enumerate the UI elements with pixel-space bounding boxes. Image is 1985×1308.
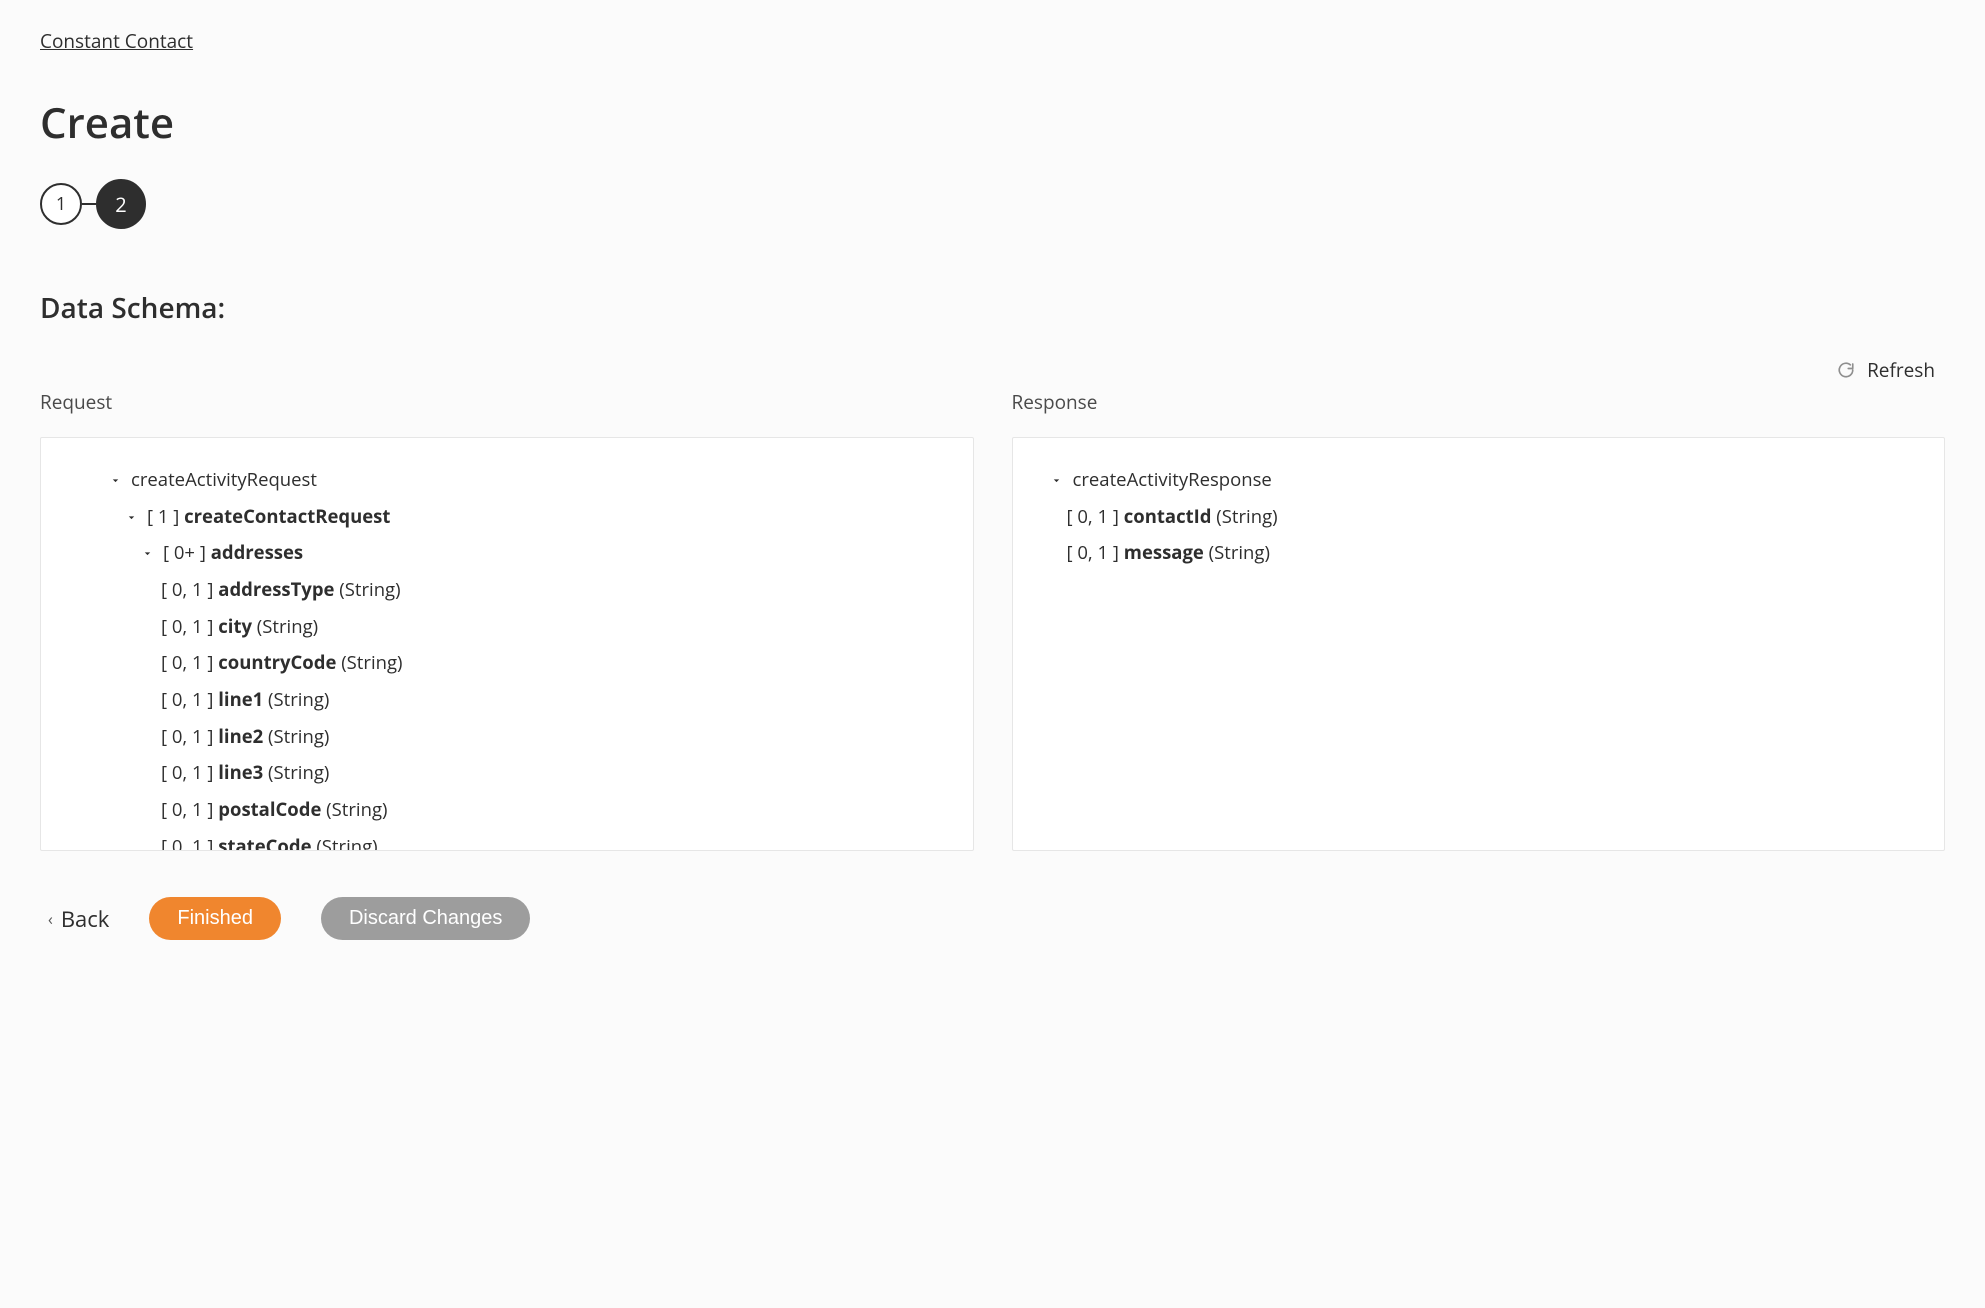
tree-label: createActivityRequest (131, 466, 317, 495)
tree-row-field[interactable]: [ 0, 1 ] addressType (String) (65, 572, 949, 609)
schema-columns: Request createActivityRequest [ 1 ] crea… (40, 389, 1945, 851)
tree-field-type: (String) (1212, 504, 1278, 529)
tree-field-name: city (218, 614, 252, 639)
tree-row-field[interactable]: [ 0, 1 ] city (String) (65, 609, 949, 646)
tree-field-name: message (1124, 540, 1204, 565)
breadcrumb: Constant Contact (40, 28, 1945, 54)
back-button[interactable]: ‹ Back (48, 904, 109, 934)
tree-cardinality: [ 1 ] (147, 504, 184, 529)
tree-field-type: (String) (263, 724, 329, 749)
tree-cardinality: [ 0, 1 ] (161, 614, 218, 639)
chevron-down-icon[interactable] (1047, 474, 1067, 487)
refresh-button[interactable]: Refresh (1867, 357, 1935, 383)
tree-field-type: (String) (263, 687, 329, 712)
tree-field-name: contactId (1124, 504, 1212, 529)
section-heading-data-schema: Data Schema: (40, 289, 1945, 327)
tree-field-type: (String) (321, 797, 387, 822)
discard-changes-button[interactable]: Discard Changes (321, 897, 530, 940)
tree-row-field[interactable]: [ 0, 1 ] line3 (String) (65, 755, 949, 792)
tree-field-type: (String) (252, 614, 318, 639)
tree-label: createActivityResponse (1073, 466, 1272, 495)
tree-field-name: postalCode (218, 797, 321, 822)
response-panel: createActivityResponse [ 0, 1 ] contactI… (1012, 437, 1946, 851)
tree-cardinality: [ 0, 1 ] (161, 797, 218, 822)
tree-field-type: (String) (312, 834, 378, 851)
step-1[interactable]: 1 (40, 183, 82, 225)
tree-field-type: (String) (334, 577, 400, 602)
tree-row-field[interactable]: [ 0, 1 ] stateCode (String) (65, 829, 949, 851)
wizard-stepper: 1 2 (40, 179, 1945, 229)
tree-row-field[interactable]: [ 0, 1 ] message (String) (1037, 535, 1921, 572)
tree-cardinality: [ 0, 1 ] (161, 834, 218, 851)
response-column: Response createActivityResponse [ 0, 1 ]… (1012, 389, 1946, 851)
step-connector (82, 203, 96, 205)
tree-cardinality: [ 0+ ] (163, 540, 211, 565)
tree-field-name: addressType (218, 577, 334, 602)
tree-field-type: (String) (263, 760, 329, 785)
refresh-icon[interactable] (1837, 361, 1855, 379)
chevron-down-icon[interactable] (137, 547, 157, 560)
tree-row-field[interactable]: [ 0, 1 ] contactId (String) (1037, 499, 1921, 536)
tree-field-name: stateCode (218, 834, 311, 851)
tree-field-type: (String) (336, 650, 402, 675)
tree-field-name: line1 (218, 687, 263, 712)
tree-cardinality: [ 0, 1 ] (161, 760, 218, 785)
chevron-left-icon: ‹ (48, 908, 53, 930)
tree-field-name: createContactRequest (184, 504, 390, 529)
tree-field-name: line2 (218, 724, 263, 749)
step-2[interactable]: 2 (96, 179, 146, 229)
tree-row-field[interactable]: [ 0, 1 ] line1 (String) (65, 682, 949, 719)
tree-cardinality: [ 0, 1 ] (161, 687, 218, 712)
tree-cardinality: [ 0, 1 ] (161, 650, 218, 675)
chevron-down-icon[interactable] (121, 511, 141, 524)
tree-row-field[interactable]: [ 0, 1 ] line2 (String) (65, 719, 949, 756)
response-column-header: Response (1012, 389, 1946, 415)
tree-row-field[interactable]: [ 0, 1 ] postalCode (String) (65, 792, 949, 829)
tree-cardinality: [ 0, 1 ] (161, 724, 218, 749)
request-column: Request createActivityRequest [ 1 ] crea… (40, 389, 974, 851)
tree-row-field[interactable]: [ 0, 1 ] countryCode (String) (65, 645, 949, 682)
tree-field-name: countryCode (218, 650, 336, 675)
chevron-down-icon[interactable] (105, 474, 125, 487)
tree-row-child[interactable]: [ 0+ ] addresses (65, 535, 949, 572)
footer-actions: ‹ Back Finished Discard Changes (40, 897, 1945, 940)
tree-row-child[interactable]: [ 1 ] createContactRequest (65, 499, 949, 536)
request-column-header: Request (40, 389, 974, 415)
tree-row-root[interactable]: createActivityResponse (1037, 462, 1921, 499)
request-panel: createActivityRequest [ 1 ] createContac… (40, 437, 974, 851)
breadcrumb-link-constant-contact[interactable]: Constant Contact (40, 28, 193, 54)
finished-button[interactable]: Finished (149, 897, 281, 940)
refresh-row: Refresh (40, 357, 1945, 383)
tree-field-type: (String) (1204, 540, 1270, 565)
tree-cardinality: [ 0, 1 ] (161, 577, 218, 602)
tree-row-root[interactable]: createActivityRequest (65, 462, 949, 499)
back-label: Back (61, 904, 110, 934)
tree-cardinality: [ 0, 1 ] (1067, 504, 1124, 529)
tree-cardinality: [ 0, 1 ] (1067, 540, 1124, 565)
tree-field-name: addresses (211, 540, 303, 565)
tree-field-name: line3 (218, 760, 263, 785)
page-title: Create (40, 94, 1945, 151)
